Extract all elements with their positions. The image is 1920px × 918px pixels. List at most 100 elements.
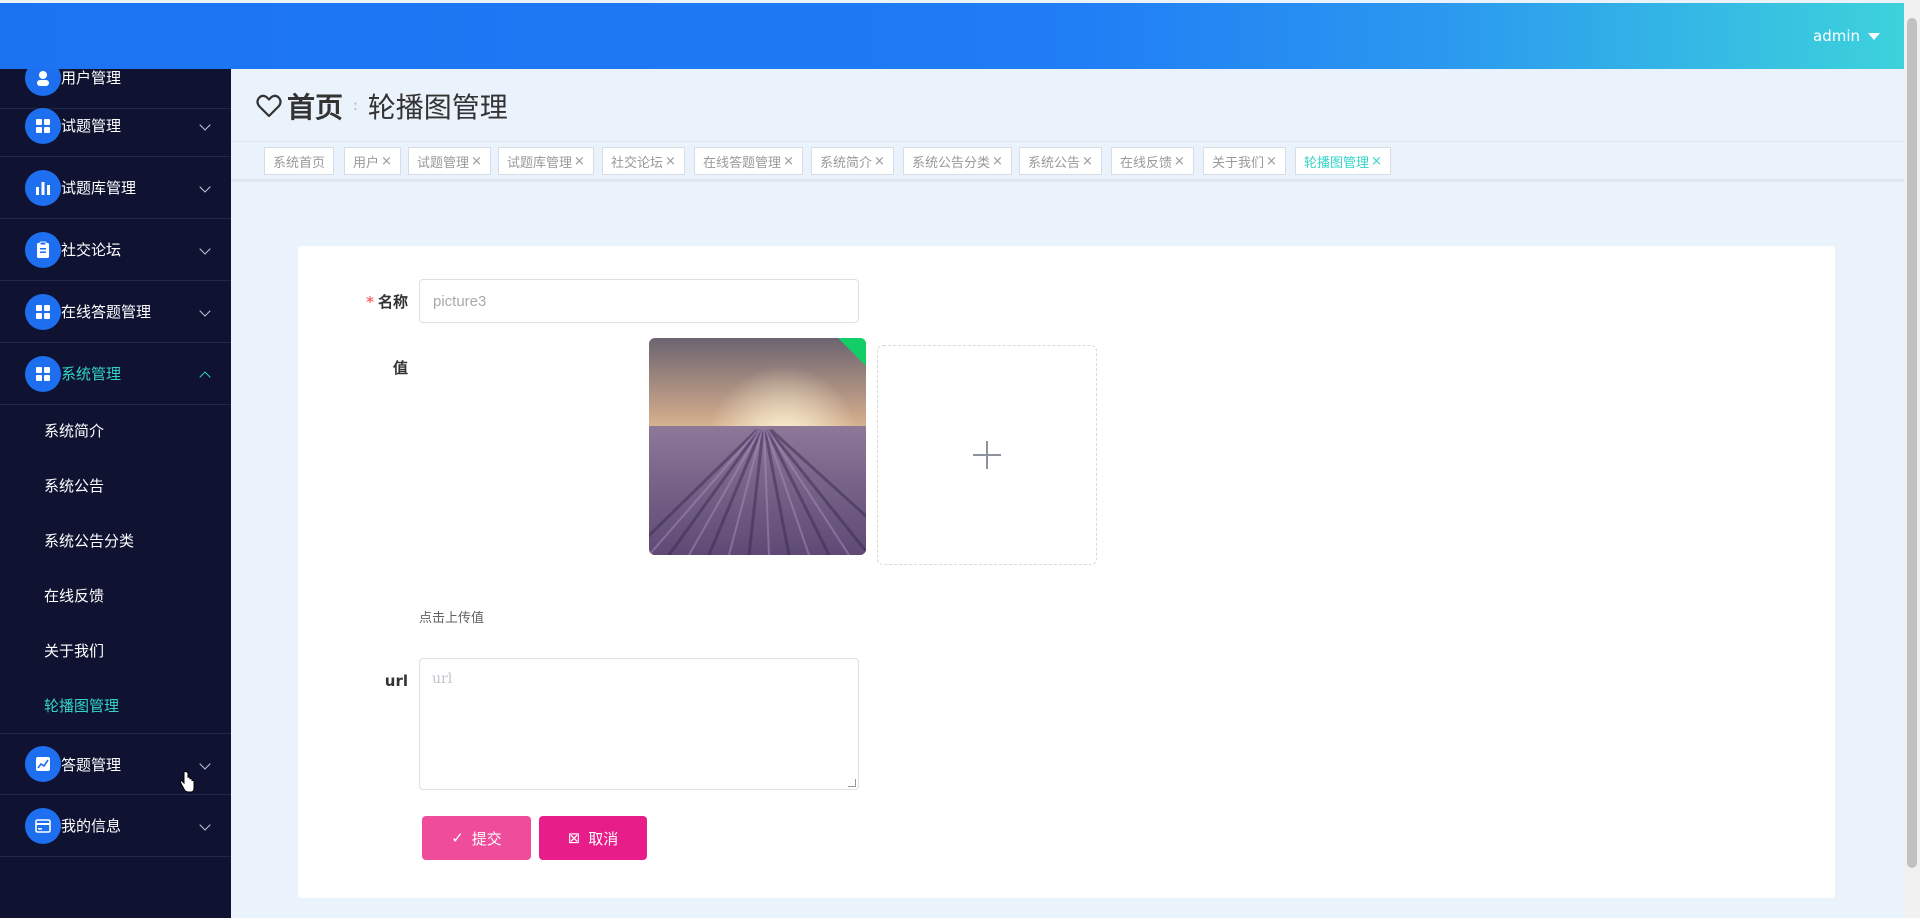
sidebar-item-label: 我的信息 [61,817,122,835]
username: admin [1813,27,1860,45]
uploaded-image[interactable] [649,338,866,555]
sidebar-item-answer-mgmt[interactable]: 答题管理 [0,733,231,795]
tag-label: 系统首页 [273,155,326,171]
sidebar-item-system[interactable]: 系统管理 [0,343,231,405]
form-card [298,246,1835,898]
sidebar: 用户管理 试题管理 试题库管理 社交论坛 在线答题管理 系统管理 系统简介 系统… [0,69,231,918]
tag-feedback[interactable]: 在线反馈 × [1111,147,1194,175]
tag-label: 试题管理 [417,155,470,171]
sidebar-item-my-info[interactable]: 我的信息 [0,795,231,857]
grid-icon [25,107,61,144]
sidebar-item-label: 用户管理 [61,69,122,87]
grid-icon [25,355,61,392]
close-icon[interactable]: × [1371,154,1382,169]
breadcrumb: 首页 : 轮播图管理 [255,86,508,126]
upload-success-badge [838,338,866,366]
submenu-carousel-mgmt[interactable]: 轮播图管理 [44,695,119,716]
cancel-button[interactable]: ⊠ 取消 [539,816,647,860]
close-icon[interactable]: × [1174,154,1185,169]
submenu-about-us[interactable]: 关于我们 [44,640,104,661]
sidebar-item-label: 社交论坛 [61,241,122,259]
name-input-value: picture3 [433,292,487,310]
tag-label: 系统公告 [1028,155,1081,171]
chevron-down-icon [199,819,211,831]
grid-icon [25,293,61,330]
tag-label: 系统简介 [820,155,873,171]
user-menu[interactable]: admin [1813,27,1880,45]
tag-label: 社交论坛 [611,155,664,171]
tag-label: 试题库管理 [507,155,573,171]
submenu-notice-category[interactable]: 系统公告分类 [44,530,134,551]
tag-system-intro[interactable]: 系统简介 × [811,147,894,175]
required-mark: * [366,293,374,311]
cancel-label: 取消 [588,829,619,848]
tag-notice-category[interactable]: 系统公告分类 × [903,147,1012,175]
close-box-icon: ⊠ [567,829,581,847]
url-label: url [384,672,408,690]
close-icon[interactable]: × [874,154,885,169]
tag-label: 轮播图管理 [1304,155,1370,171]
close-icon[interactable]: × [1266,154,1277,169]
breadcrumb-home[interactable]: 首页 [287,86,343,126]
submit-button[interactable]: ✓ 提交 [422,816,531,860]
close-icon[interactable]: × [992,154,1003,169]
tag-label: 关于我们 [1212,155,1265,171]
url-placeholder: url [432,671,453,687]
tag-about-us[interactable]: 关于我们 × [1203,147,1286,175]
sidebar-item-label: 试题管理 [61,117,122,135]
heart-icon [256,94,282,118]
tag-label: 在线答题管理 [703,155,782,171]
submenu-system-notice[interactable]: 系统公告 [44,475,104,496]
tag-label: 在线反馈 [1120,155,1173,171]
upload-tip: 点击上传值 [419,611,485,626]
breadcrumb-separator: : [353,98,358,114]
tag-home[interactable]: 系统首页 [264,147,335,175]
check-icon: ✓ [451,829,464,847]
chevron-down-icon [199,181,211,193]
submenu-system-intro[interactable]: 系统简介 [44,420,104,441]
sidebar-item-label: 试题库管理 [61,179,137,197]
close-icon[interactable]: × [1082,154,1093,169]
value-label: 值 [392,359,408,377]
close-icon[interactable]: × [381,154,392,169]
close-icon[interactable]: × [665,154,676,169]
resize-handle[interactable] [848,779,856,787]
scrollbar-thumb[interactable] [1907,18,1917,868]
tag-online-answer[interactable]: 在线答题管理 × [694,147,803,175]
hand-cursor-icon [179,770,195,793]
chevron-down-icon [199,243,211,255]
close-icon[interactable]: × [574,154,585,169]
plus-icon [973,441,1001,469]
chevron-up-icon [199,371,211,383]
sidebar-item-question-bank[interactable]: 试题库管理 [0,157,231,219]
caret-down-icon [1868,32,1880,40]
user-icon [25,69,61,96]
sidebar-item-label: 系统管理 [61,365,122,383]
close-icon[interactable]: × [783,154,794,169]
page-scrollbar[interactable] [1904,0,1920,918]
name-label-text: 名称 [377,293,408,311]
sidebar-item-online-answer[interactable]: 在线答题管理 [0,281,231,343]
upload-button[interactable] [877,345,1097,565]
tag-question-mgmt[interactable]: 试题管理 × [408,147,491,175]
tag-system-notice[interactable]: 系统公告 × [1019,147,1102,175]
lavender-field-image [649,338,866,555]
top-header: admin [0,3,1904,69]
tag-user[interactable]: 用户 × [344,147,401,175]
chevron-down-icon [199,119,211,131]
tag-question-bank[interactable]: 试题库管理 × [498,147,594,175]
tag-forum[interactable]: 社交论坛 × [602,147,685,175]
close-icon[interactable]: × [471,154,482,169]
sidebar-item-forum[interactable]: 社交论坛 [0,219,231,281]
tags-bar: 系统首页 用户 × 试题管理 × 试题库管理 × 社交论坛 × 在线答题管理 × 系统简介… [231,141,1904,179]
sidebar-item-label: 在线答题管理 [61,303,152,321]
card-icon [25,807,61,844]
sidebar-item-question-mgmt[interactable]: 试题管理 [0,95,231,157]
submenu-feedback[interactable]: 在线反馈 [44,585,104,606]
line-chart-icon [25,746,61,782]
bar-chart-icon [25,169,61,206]
tag-carousel-mgmt[interactable]: 轮播图管理 × [1295,147,1391,175]
name-input[interactable]: picture3 [419,279,859,323]
url-textarea[interactable]: url [419,658,859,790]
submit-label: 提交 [471,829,502,848]
